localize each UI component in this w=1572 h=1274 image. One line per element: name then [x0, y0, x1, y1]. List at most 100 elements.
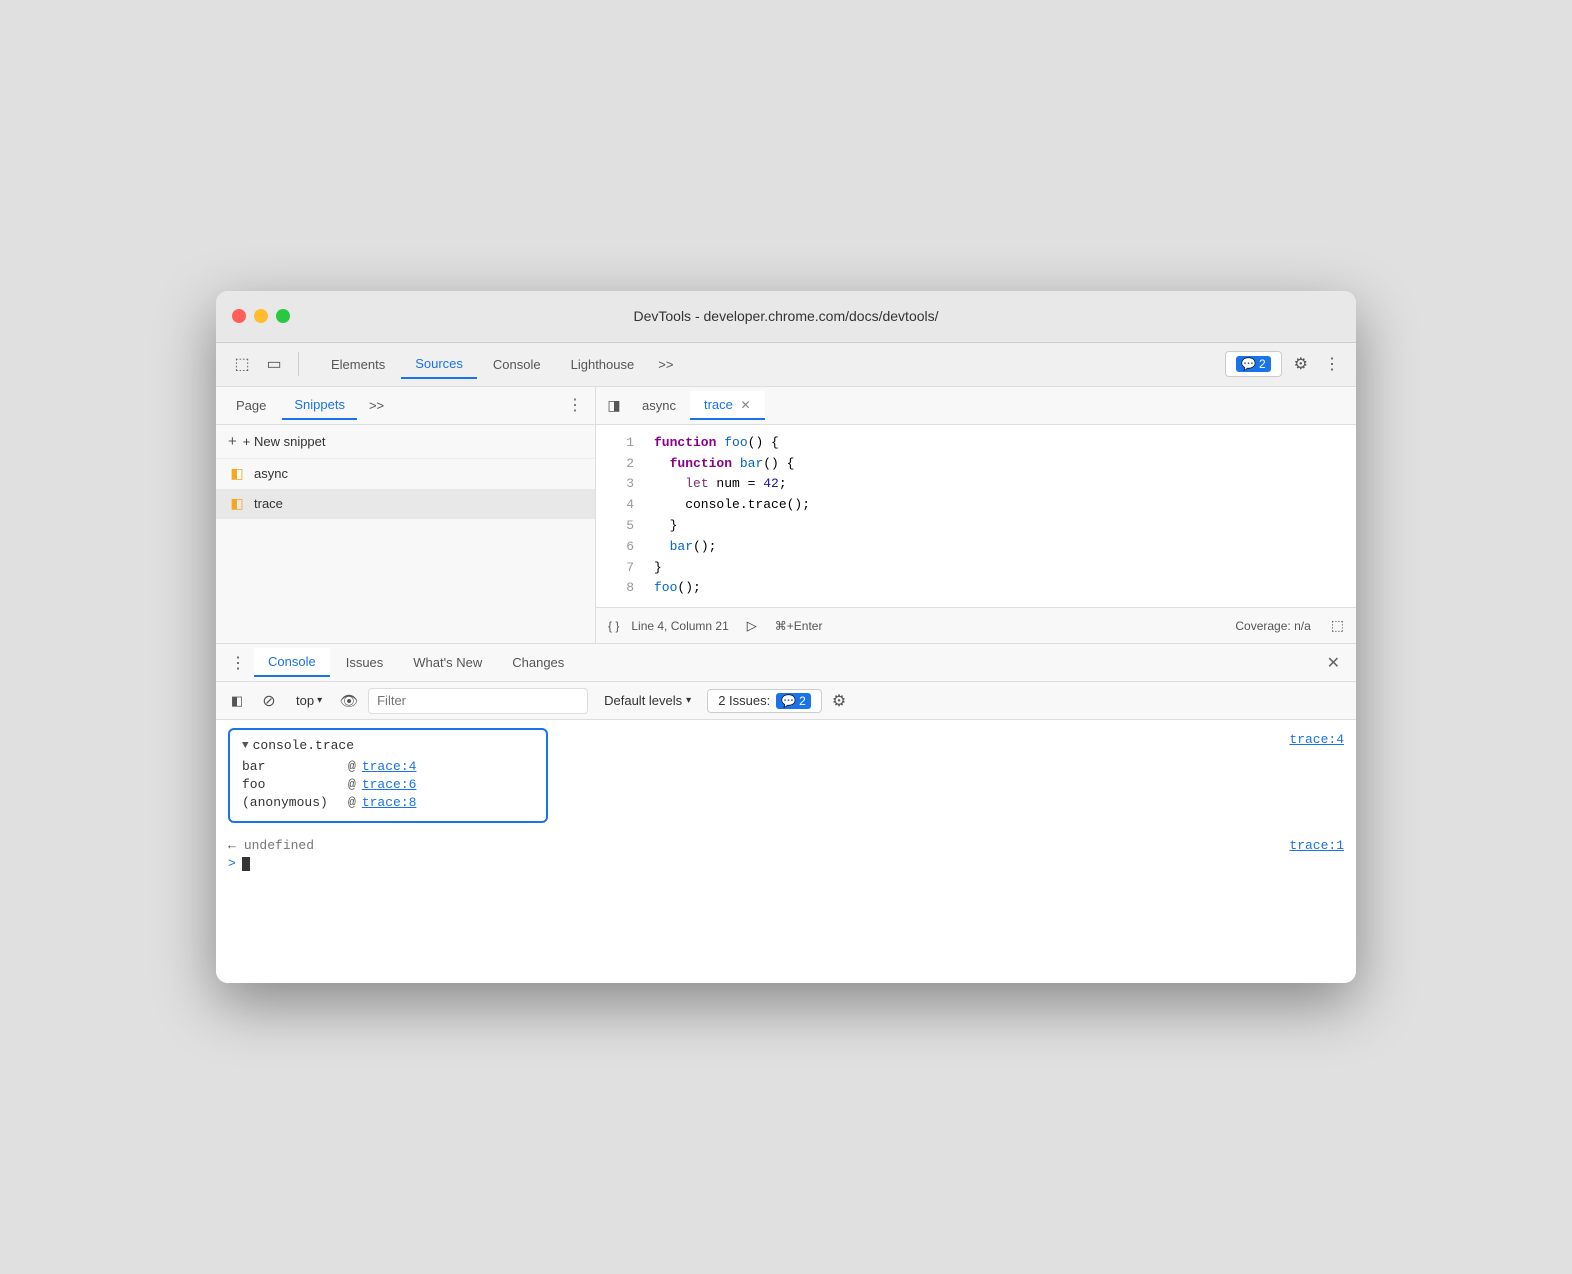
issues-count-button[interactable]: 2 Issues: 💬 2: [707, 689, 822, 713]
collapse-sidebar-icon[interactable]: ◨: [600, 391, 628, 419]
issues-badge-button[interactable]: 💬 2: [1225, 351, 1282, 377]
inspect-element-icon[interactable]: ⬚: [228, 350, 256, 378]
tab-sources[interactable]: Sources: [401, 350, 477, 379]
trace-fn-anon: (anonymous): [242, 795, 342, 810]
prompt-chevron-icon: >: [228, 856, 236, 871]
settings-icon[interactable]: ⚙: [1290, 350, 1312, 378]
more-options-icon[interactable]: ⋮: [1320, 350, 1344, 378]
sidebar-menu-icon[interactable]: ⋮: [563, 391, 587, 419]
tab-console-bottom[interactable]: Console: [254, 648, 330, 677]
bottom-panel: ⋮ Console Issues What's New Changes ✕ ◧ …: [216, 643, 1356, 983]
format-icon[interactable]: { }: [608, 619, 619, 633]
trace-at-2: @: [348, 795, 356, 810]
expand-triangle-icon[interactable]: ▼: [242, 740, 249, 752]
line-num-7: 7: [608, 558, 634, 579]
levels-chevron-icon: ▾: [686, 695, 691, 706]
sidebar-item-async[interactable]: ◧ async: [216, 459, 595, 489]
trace-header: ▼ console.trace: [242, 738, 534, 753]
tab-changes-bottom[interactable]: Changes: [498, 649, 578, 676]
filter-input[interactable]: [368, 688, 588, 714]
code-line-6: bar();: [654, 537, 1348, 558]
close-button[interactable]: [232, 309, 246, 323]
run-button[interactable]: ▷: [741, 615, 763, 637]
eye-icon[interactable]: 👁: [336, 688, 362, 714]
editor-tab-async[interactable]: async: [628, 392, 690, 419]
console-toolbar: ◧ ⊘ top ▾ 👁 Default levels ▾ 2 Issues: 💬…: [216, 682, 1356, 720]
main-toolbar: ⬚ ▭ Elements Sources Console Lighthouse …: [216, 343, 1356, 387]
trace-at-0: @: [348, 759, 356, 774]
trace-row-anon: (anonymous) @ trace:8: [242, 795, 534, 810]
console-prompt[interactable]: >: [228, 856, 1344, 871]
console-content: ▼ console.trace bar @ trace:4 foo @ trac…: [216, 720, 1356, 983]
line-num-5: 5: [608, 516, 634, 537]
device-toolbar-icon[interactable]: ▭: [260, 350, 288, 378]
editor-tabs: ◨ async trace ✕: [596, 387, 1356, 425]
tab-whats-new-bottom[interactable]: What's New: [399, 649, 496, 676]
clear-console-icon[interactable]: ◧: [224, 688, 250, 714]
code-line-3: let num = 42;: [654, 474, 1348, 495]
traffic-lights: [232, 309, 290, 323]
trace-group-location[interactable]: trace:4: [1289, 732, 1344, 747]
editor-status-bar: { } Line 4, Column 21 ▷ ⌘+Enter Coverage…: [596, 607, 1356, 643]
more-tabs-icon[interactable]: >>: [650, 351, 681, 378]
trace-fn-foo: foo: [242, 777, 342, 792]
code-content: function foo() { function bar() { let nu…: [646, 433, 1356, 599]
coverage-text: Coverage: n/a: [1235, 619, 1310, 633]
tab-issues-bottom[interactable]: Issues: [332, 649, 398, 676]
tab-page[interactable]: Page: [224, 392, 278, 419]
plus-icon: +: [228, 433, 237, 450]
code-line-5: }: [654, 516, 1348, 537]
code-editor: 1 2 3 4 5 6 7 8 function foo() { functio…: [596, 425, 1356, 607]
line-num-1: 1: [608, 433, 634, 454]
sidebar-more-tabs-icon[interactable]: >>: [361, 392, 392, 419]
coverage-icon[interactable]: ⬚: [1331, 617, 1344, 634]
default-levels-button[interactable]: Default levels ▾: [594, 690, 701, 711]
issues-badge-count: 💬 2: [776, 693, 811, 709]
file-orange-icon-2: ◧: [230, 495, 243, 512]
line-num-2: 2: [608, 454, 634, 475]
undefined-location[interactable]: trace:1: [1289, 838, 1344, 853]
sidebar-items: ◧ async ◧ trace: [216, 459, 595, 643]
minimize-button[interactable]: [254, 309, 268, 323]
tab-elements[interactable]: Elements: [317, 351, 399, 378]
line-num-8: 8: [608, 578, 634, 599]
window-title: DevTools - developer.chrome.com/docs/dev…: [633, 308, 938, 324]
file-orange-icon: ◧: [230, 465, 243, 482]
file-icon-trace: ◧: [228, 495, 246, 513]
prohibit-icon[interactable]: ⊘: [256, 688, 282, 714]
code-line-2: function bar() {: [654, 454, 1348, 475]
close-tab-icon[interactable]: ✕: [741, 398, 751, 412]
toolbar-separator: [298, 352, 299, 376]
sidebar-item-trace[interactable]: ◧ trace: [216, 489, 595, 519]
editor-tab-trace[interactable]: trace ✕: [690, 391, 765, 420]
trace-row-bar: bar @ trace:4: [242, 759, 534, 774]
fullscreen-button[interactable]: [276, 309, 290, 323]
line-num-6: 6: [608, 537, 634, 558]
undefined-row: ← undefined trace:1: [228, 835, 1344, 856]
code-line-1: function foo() {: [654, 433, 1348, 454]
tab-lighthouse[interactable]: Lighthouse: [557, 351, 649, 378]
chat-icon: 💬: [1241, 357, 1256, 371]
tab-console[interactable]: Console: [479, 351, 555, 378]
bottom-tabs-bar: ⋮ Console Issues What's New Changes ✕: [216, 644, 1356, 682]
sidebar-tabs: Page Snippets >> ⋮: [216, 387, 595, 425]
close-bottom-panel-icon[interactable]: ✕: [1319, 649, 1348, 677]
chat-icon-2: 💬: [781, 694, 796, 708]
bottom-panel-menu-icon[interactable]: ⋮: [224, 649, 252, 677]
title-bar: DevTools - developer.chrome.com/docs/dev…: [216, 291, 1356, 343]
trace-link-bar[interactable]: trace:4: [362, 759, 417, 774]
cursor-blink: [242, 857, 250, 871]
console-settings-icon[interactable]: ⚙: [832, 691, 846, 711]
code-line-4: console.trace();: [654, 495, 1348, 516]
tab-snippets[interactable]: Snippets: [282, 391, 357, 420]
file-icon-async: ◧: [228, 465, 246, 483]
trace-link-anon[interactable]: trace:8: [362, 795, 417, 810]
line-numbers: 1 2 3 4 5 6 7 8: [596, 433, 646, 599]
trace-link-foo[interactable]: trace:6: [362, 777, 417, 792]
line-num-3: 3: [608, 474, 634, 495]
line-num-4: 4: [608, 495, 634, 516]
devtools-window: DevTools - developer.chrome.com/docs/dev…: [216, 291, 1356, 983]
new-snippet-button[interactable]: + + New snippet: [216, 425, 595, 459]
code-line-8: foo();: [654, 578, 1348, 599]
top-context-selector[interactable]: top ▾: [288, 690, 330, 711]
